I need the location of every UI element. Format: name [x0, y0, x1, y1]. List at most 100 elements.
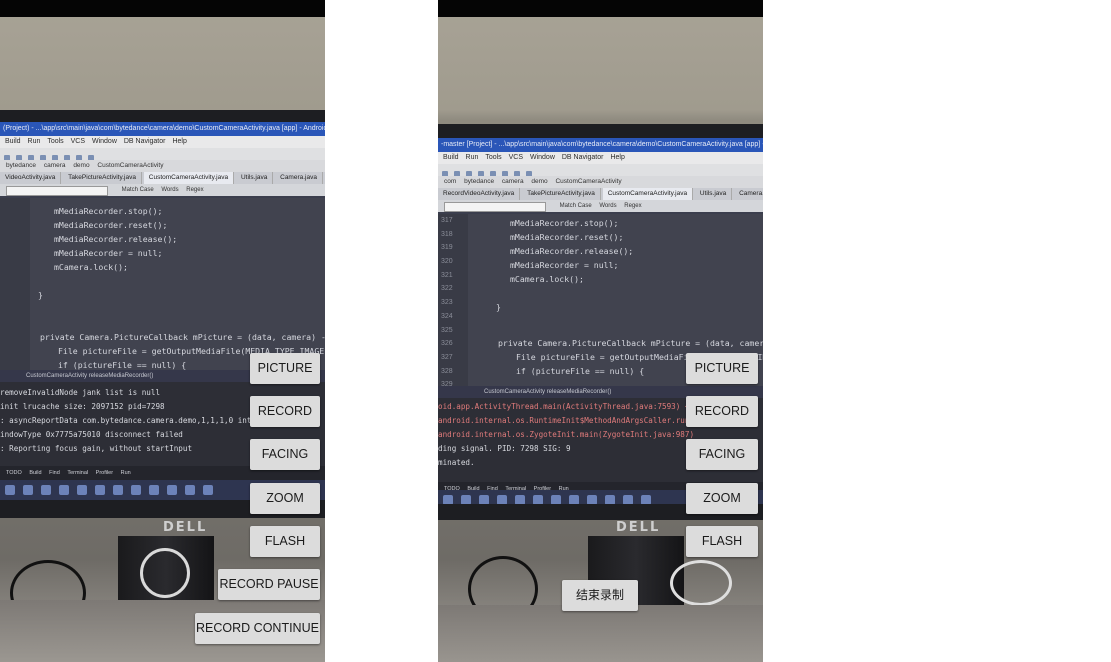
taskbar-icon	[131, 485, 141, 495]
menu-item-help: Help	[172, 138, 187, 145]
bottom-tab: Terminal	[67, 470, 89, 476]
code-line: mMediaRecorder = null;	[54, 248, 163, 258]
record-continue-button[interactable]: RECORD CONTINUE	[195, 613, 320, 644]
status-bar	[438, 0, 763, 17]
bottom-tab: Profiler	[95, 470, 114, 476]
menu-item-window: Window	[529, 154, 555, 161]
console-line: indowType 0x7775a75010 disconnect failed	[0, 430, 183, 439]
menu-item-build: Build	[443, 154, 459, 161]
editor-tab: VideoActivity.java	[0, 172, 62, 184]
zoom-button[interactable]: ZOOM	[686, 483, 758, 514]
menu-item-run: Run	[27, 138, 41, 145]
line-number: 319	[441, 244, 453, 252]
picture-button[interactable]: PICTURE	[250, 353, 320, 384]
menu-item-tools: Tools	[485, 154, 502, 161]
ide-editor-tabs: RecordVideoActivity.java TakePictureActi…	[438, 188, 763, 200]
ide-menu-bar: Build Run Tools VCS Window DB Navigator …	[438, 152, 763, 164]
taskbar-icon	[641, 495, 651, 504]
editor-tab-active: CustomCameraActivity.java	[602, 188, 694, 200]
ide-search-field	[6, 186, 108, 196]
taskbar-icon	[23, 485, 33, 495]
console-line: removeInvalidNode jank list is null	[0, 388, 161, 397]
monitor-logo: DELL	[163, 520, 208, 535]
line-number: 326	[441, 340, 453, 348]
code-line: if (pictureFile == null) {	[516, 366, 645, 376]
editor-tab: TakePictureActivity.java	[522, 188, 601, 200]
taskbar-icon	[587, 495, 597, 504]
taskbar-icon	[443, 495, 453, 504]
console-line: android.internal.os.ZygoteInit.main(Zygo…	[438, 430, 695, 439]
taskbar-icon	[95, 485, 105, 495]
ide-toolbar	[0, 148, 325, 160]
stop-recording-button[interactable]: 结束录制	[562, 580, 638, 611]
taskbar-icon	[113, 485, 123, 495]
breadcrumb-item: bytedance	[6, 162, 36, 169]
record-button[interactable]: RECORD	[686, 396, 758, 427]
taskbar-icon	[77, 485, 87, 495]
ide-code-editor: mMediaRecorder.stop(); mMediaRecorder.re…	[0, 198, 325, 370]
left-phone-screen: (Project) - ...\app\src\main\java\com\by…	[0, 0, 325, 662]
facing-button[interactable]: FACING	[686, 439, 758, 470]
taskbar-icon	[167, 485, 177, 495]
cable	[670, 560, 732, 606]
menu-item-vcs: VCS	[70, 138, 86, 145]
console-line: minated.	[438, 458, 475, 467]
line-number: 327	[441, 353, 453, 361]
bottom-tab: Run	[120, 470, 131, 476]
editor-tab: Camera.java	[734, 188, 763, 200]
right-phone-screen: -master [Project] - ...\app\src\main\jav…	[438, 0, 763, 662]
code-line: mMediaRecorder.stop();	[54, 206, 163, 216]
code-line: if (pictureFile == null) {	[58, 360, 187, 370]
taskbar-icon	[497, 495, 507, 504]
line-number: 320	[441, 258, 453, 266]
editor-tab-active: CustomCameraActivity.java	[143, 172, 235, 184]
taskbar-icon	[551, 495, 561, 504]
code-line: mMediaRecorder.release();	[54, 234, 178, 244]
taskbar-icon	[41, 485, 51, 495]
breadcrumb-item: demo	[531, 178, 548, 185]
taskbar-icon	[623, 495, 633, 504]
line-number: 324	[441, 312, 453, 320]
editor-tab: Utils.java	[695, 188, 733, 200]
picture-button[interactable]: PICTURE	[686, 353, 758, 384]
search-option: Regex	[624, 203, 642, 209]
code-line: mMediaRecorder.reset();	[510, 232, 624, 242]
ide-gutter: 317 318 319 320 321 322 323 324 325 326 …	[438, 214, 468, 386]
search-option: Match Case	[121, 187, 154, 193]
menu-item-db-navigator: DB Navigator	[123, 138, 166, 145]
line-number: 325	[441, 326, 453, 334]
flash-button[interactable]: FLASH	[250, 526, 320, 557]
code-line: private Camera.PictureCallback mPicture …	[498, 338, 763, 348]
record-button[interactable]: RECORD	[250, 396, 320, 427]
taskbar-icon	[5, 485, 15, 495]
facing-button[interactable]: FACING	[250, 439, 320, 470]
taskbar-icon	[59, 485, 69, 495]
console-line: init lrucache size: 2097152 pid=7298	[0, 402, 165, 411]
ide-toolbar	[438, 164, 763, 176]
ide-menu-bar: Build Run Tools VCS Window DB Navigator …	[0, 136, 325, 148]
bottom-tab: TODO	[6, 470, 22, 476]
code-line: mCamera.lock();	[54, 262, 128, 272]
code-line: }	[496, 302, 501, 312]
editor-tab: Camera.java	[275, 172, 323, 184]
record-pause-button[interactable]: RECORD PAUSE	[218, 569, 320, 600]
editor-tab: TakePictureActivity.java	[63, 172, 142, 184]
ide-title-bar: (Project) - ...\app\src\main\java\com\by…	[0, 122, 325, 136]
ide-editor-tabs: VideoActivity.java TakePictureActivity.j…	[0, 172, 325, 184]
line-number: 329	[441, 381, 453, 386]
menu-item-run: Run	[465, 154, 479, 161]
taskbar-icon	[479, 495, 489, 504]
menu-item-vcs: VCS	[508, 154, 524, 161]
zoom-button[interactable]: ZOOM	[250, 483, 320, 514]
line-number: 322	[441, 285, 453, 293]
code-line: mMediaRecorder = null;	[510, 260, 619, 270]
breadcrumb-item: CustomCameraActivity	[555, 178, 622, 185]
menu-item-window: Window	[91, 138, 117, 145]
flash-button[interactable]: FLASH	[686, 526, 758, 557]
search-option: Regex	[186, 187, 204, 193]
breadcrumb-item: camera	[501, 178, 524, 185]
code-line: private Camera.PictureCallback mPicture …	[40, 332, 325, 342]
bottom-tab: Build	[29, 470, 42, 476]
code-line: }	[38, 290, 43, 300]
breadcrumb-item: demo	[73, 162, 90, 169]
